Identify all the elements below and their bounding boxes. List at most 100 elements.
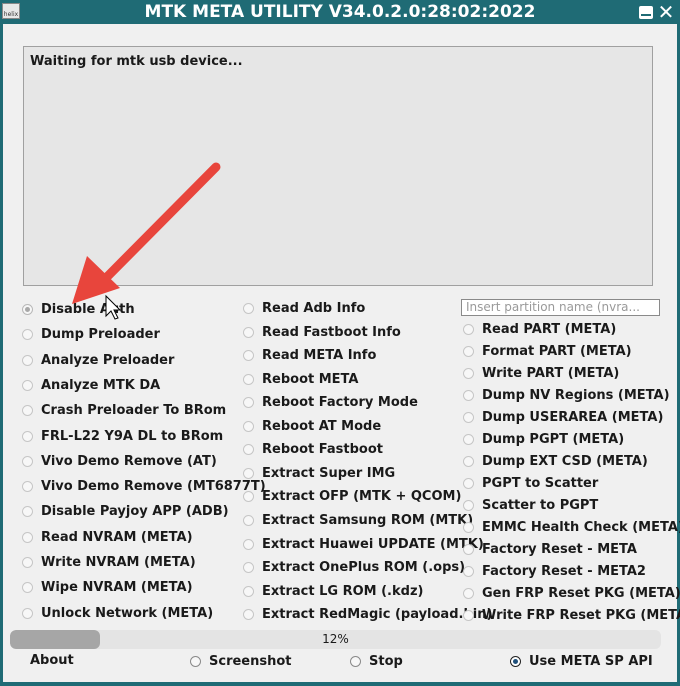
- about-button[interactable]: About: [30, 652, 74, 670]
- col3-action-radio[interactable]: [463, 323, 474, 335]
- col2-action-option[interactable]: Extract OFP (MTK + QCOM): [243, 486, 461, 506]
- col1-action-option[interactable]: FRL-L22 Y9A DL to BRom: [22, 426, 223, 446]
- col1-action-option[interactable]: Vivo Demo Remove (AT): [22, 451, 217, 471]
- col2-action-radio[interactable]: [243, 443, 254, 455]
- col3-action-option[interactable]: Scatter to PGPT: [463, 495, 598, 515]
- col1-action-label: Disable Payjoy APP (ADB): [41, 503, 229, 519]
- col1-action-option[interactable]: Unlock Network (META): [22, 603, 213, 623]
- col3-action-radio[interactable]: [463, 521, 474, 533]
- col2-action-option[interactable]: Extract Super IMG: [243, 463, 395, 483]
- screenshot-radio[interactable]: [190, 655, 201, 667]
- col2-action-option[interactable]: Reboot META: [243, 369, 358, 389]
- col3-action-radio[interactable]: [463, 499, 474, 511]
- use-meta-sp-api-radio[interactable]: [510, 655, 521, 667]
- col3-action-option[interactable]: Factory Reset - META2: [463, 561, 646, 581]
- col3-action-label: Gen FRP Reset PKG (META): [482, 585, 680, 601]
- col1-action-radio[interactable]: [22, 430, 33, 442]
- col1-action-option[interactable]: Analyze MTK DA: [22, 375, 160, 395]
- col1-action-radio[interactable]: [22, 531, 33, 543]
- col2-action-radio[interactable]: [243, 561, 254, 573]
- col2-action-radio[interactable]: [243, 373, 254, 385]
- col1-action-radio[interactable]: [22, 480, 33, 492]
- col1-action-option[interactable]: Disable Payjoy APP (ADB): [22, 501, 229, 521]
- partition-name-input[interactable]: Insert partition name (nvra...: [461, 299, 660, 316]
- col1-action-option[interactable]: Disable Auth: [22, 299, 135, 319]
- col3-action-option[interactable]: Dump NV Regions (META): [463, 385, 670, 405]
- use-meta-sp-api-option[interactable]: Use META SP API: [510, 651, 653, 671]
- col2-action-option[interactable]: Extract LG ROM (.kdz): [243, 581, 423, 601]
- col3-action-option[interactable]: Factory Reset - META: [463, 539, 637, 559]
- col2-action-radio[interactable]: [243, 326, 254, 338]
- col1-action-radio[interactable]: [22, 354, 33, 366]
- col3-action-radio[interactable]: [463, 477, 474, 489]
- col2-action-option[interactable]: Extract Samsung ROM (MTK): [243, 510, 473, 530]
- col3-action-label: Dump PGPT (META): [482, 431, 625, 447]
- col2-action-option[interactable]: Reboot AT Mode: [243, 416, 381, 436]
- col2-action-radio[interactable]: [243, 608, 254, 620]
- col2-action-option[interactable]: Extract Huawei UPDATE (MTK): [243, 534, 484, 554]
- col3-action-radio[interactable]: [463, 433, 474, 445]
- col3-action-radio[interactable]: [463, 389, 474, 401]
- col3-action-option[interactable]: Dump PGPT (META): [463, 429, 624, 449]
- col3-action-option[interactable]: PGPT to Scatter: [463, 473, 598, 493]
- col1-action-option[interactable]: Wipe NVRAM (META): [22, 577, 193, 597]
- col2-action-radio[interactable]: [243, 420, 254, 432]
- col3-action-option[interactable]: Dump USERAREA (META): [463, 407, 663, 427]
- col1-action-radio[interactable]: [22, 455, 33, 467]
- col2-action-label: Extract Super IMG: [262, 465, 396, 481]
- col1-action-option[interactable]: Read NVRAM (META): [22, 527, 193, 547]
- col1-action-label: Analyze Preloader: [41, 352, 175, 368]
- col3-action-radio[interactable]: [463, 609, 474, 621]
- col2-action-radio[interactable]: [243, 302, 254, 314]
- col2-action-option[interactable]: Read Fastboot Info: [243, 322, 401, 342]
- col1-action-radio[interactable]: [22, 607, 33, 619]
- col2-action-radio[interactable]: [243, 396, 254, 408]
- col1-action-radio[interactable]: [22, 328, 33, 340]
- col3-action-option[interactable]: EMMC Health Check (META): [463, 517, 680, 537]
- col1-action-radio[interactable]: [22, 379, 33, 391]
- col2-action-radio[interactable]: [243, 490, 254, 502]
- col3-action-option[interactable]: Read PART (META): [463, 319, 616, 339]
- col3-action-radio[interactable]: [463, 565, 474, 577]
- col1-action-radio[interactable]: [22, 505, 33, 517]
- col2-action-option[interactable]: Read Adb Info: [243, 298, 365, 318]
- minimize-icon[interactable]: [636, 2, 656, 22]
- col1-action-radio[interactable]: [22, 556, 33, 568]
- log-output[interactable]: Waiting for mtk usb device...: [23, 46, 653, 286]
- stop-option[interactable]: Stop: [350, 651, 403, 671]
- screenshot-option[interactable]: Screenshot: [190, 651, 292, 671]
- col2-action-radio[interactable]: [243, 514, 254, 526]
- col3-action-radio[interactable]: [463, 367, 474, 379]
- col3-action-radio[interactable]: [463, 345, 474, 357]
- col1-action-option[interactable]: Crash Preloader To BRom: [22, 400, 226, 420]
- col1-action-option[interactable]: Analyze Preloader: [22, 350, 174, 370]
- col2-action-radio[interactable]: [243, 538, 254, 550]
- col1-action-option[interactable]: Dump Preloader: [22, 324, 160, 344]
- col3-action-label: Write FRP Reset PKG (META): [482, 607, 680, 623]
- col2-action-option[interactable]: Extract OnePlus ROM (.ops): [243, 557, 465, 577]
- col2-action-radio[interactable]: [243, 467, 254, 479]
- col2-action-option[interactable]: Read META Info: [243, 345, 376, 365]
- col2-action-option[interactable]: Reboot Fastboot: [243, 439, 383, 459]
- col3-action-option[interactable]: Format PART (META): [463, 341, 632, 361]
- col3-action-option[interactable]: Dump EXT CSD (META): [463, 451, 648, 471]
- stop-radio[interactable]: [350, 655, 361, 667]
- col2-action-radio[interactable]: [243, 349, 254, 361]
- col1-action-option[interactable]: Vivo Demo Remove (MT6877T): [22, 476, 266, 496]
- col2-action-option[interactable]: Reboot Factory Mode: [243, 392, 418, 412]
- col3-action-radio[interactable]: [463, 587, 474, 599]
- close-icon[interactable]: ✕: [656, 2, 676, 22]
- col3-action-option[interactable]: Write FRP Reset PKG (META): [463, 605, 680, 625]
- col3-action-radio[interactable]: [463, 411, 474, 423]
- col3-action-label: PGPT to Scatter: [482, 475, 599, 491]
- col1-action-radio[interactable]: [22, 581, 33, 593]
- col1-action-option[interactable]: Write NVRAM (META): [22, 552, 196, 572]
- col3-action-option[interactable]: Gen FRP Reset PKG (META): [463, 583, 680, 603]
- col2-action-option[interactable]: Extract RedMagic (payload.bin): [243, 604, 492, 624]
- col3-action-radio[interactable]: [463, 543, 474, 555]
- col1-action-radio[interactable]: [22, 404, 33, 416]
- col3-action-radio[interactable]: [463, 455, 474, 467]
- col3-action-option[interactable]: Write PART (META): [463, 363, 619, 383]
- col2-action-radio[interactable]: [243, 585, 254, 597]
- col1-action-radio[interactable]: [22, 303, 33, 315]
